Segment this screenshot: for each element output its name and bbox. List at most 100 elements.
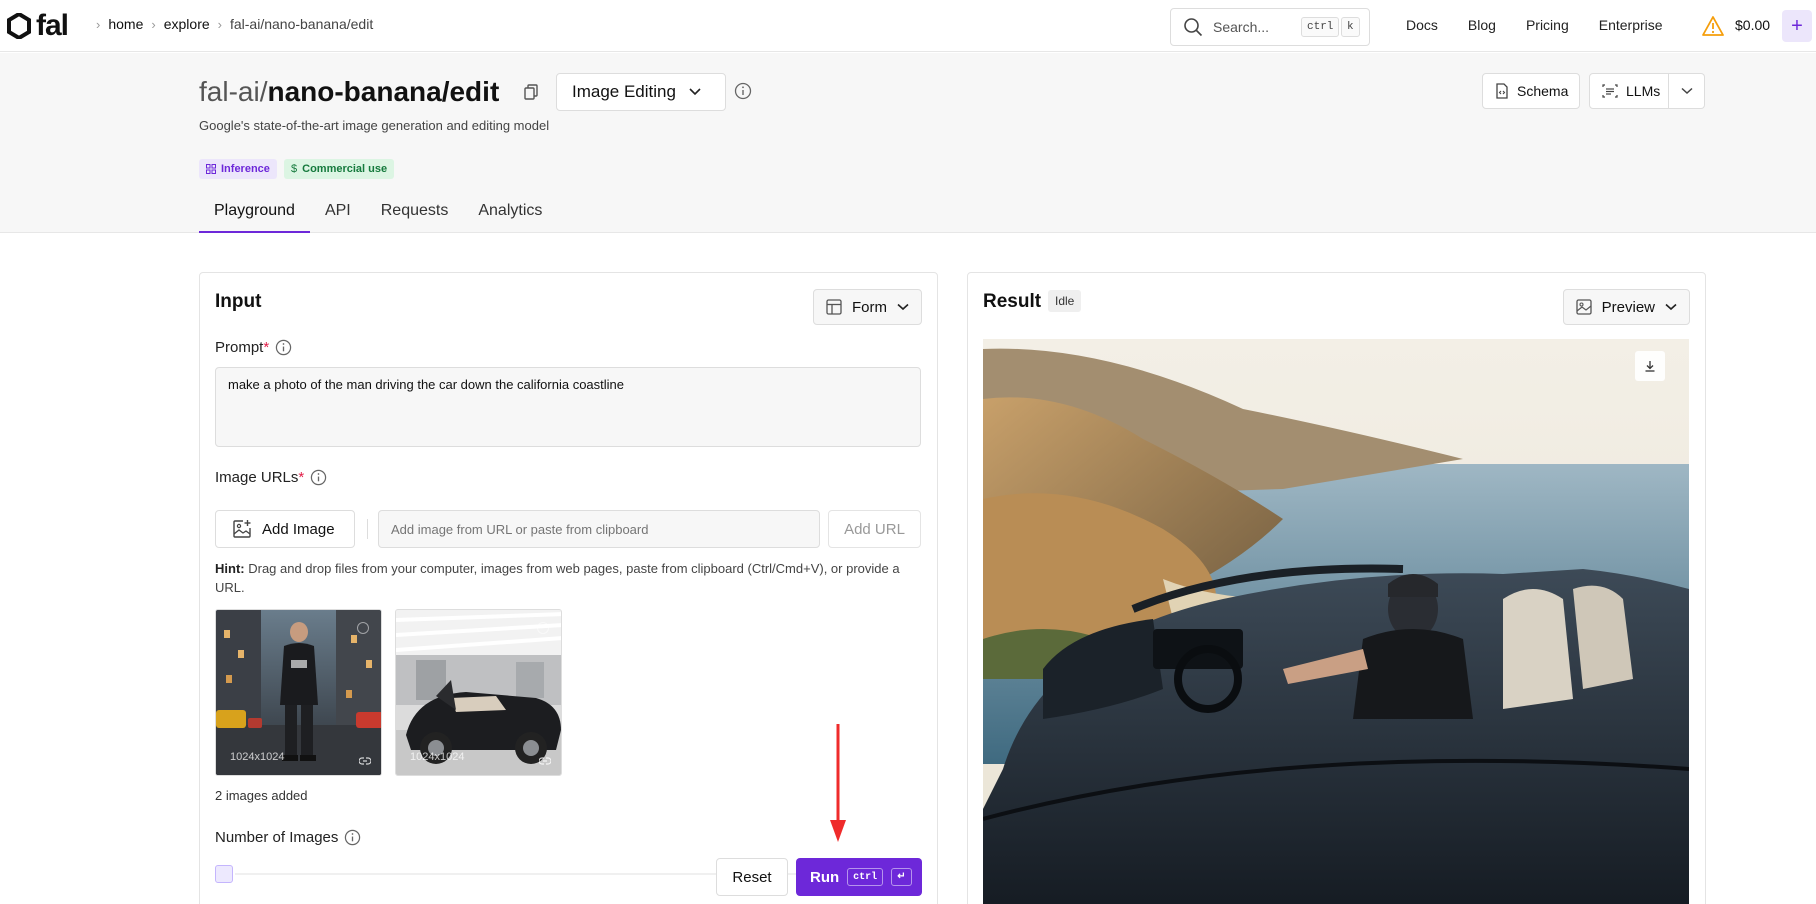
breadcrumb-home[interactable]: home [108,16,143,32]
model-tabs: Playground API Requests Analytics [199,202,557,233]
chevron-down-icon [1665,303,1677,311]
chevron-right-icon: › [151,16,156,32]
top-nav: fal › home › explore › fal-ai/nano-banan… [0,0,1816,52]
hint-bold: Hint: [215,561,245,576]
more-dropdown-button[interactable] [1669,73,1705,109]
fal-logo-icon [7,13,31,39]
tab-requests[interactable]: Requests [366,202,464,233]
image-urls-label: Image URLs* [215,469,327,486]
model-description: Google's state-of-the-art image generati… [199,118,550,133]
tab-analytics[interactable]: Analytics [463,202,557,233]
search-placeholder: Search... [1213,19,1270,35]
nav-link-blog[interactable]: Blog [1468,17,1496,33]
search-icon [1184,18,1203,37]
image-dimensions: 1024x1024 [230,751,285,763]
result-title: Result [983,291,1042,312]
nav-link-pricing[interactable]: Pricing [1526,17,1569,33]
search-shortcut-ctrl: ctrl [1301,17,1340,37]
title-prefix: fal-ai/ [199,76,268,107]
images-count: 2 images added [215,788,308,803]
grid-icon [206,164,216,174]
link-icon[interactable] [539,757,551,765]
inference-badge-label: Inference [221,163,270,175]
category-label: Image Editing [572,82,676,101]
commercial-use-badge: $ Commercial use [284,159,395,179]
divider [367,519,368,539]
add-credits-button[interactable]: + [1782,10,1812,42]
prompt-input[interactable]: make a photo of the man driving the car … [215,367,921,447]
add-image-label: Add Image [262,520,335,538]
image-dimensions: 1024x1024 [410,751,465,763]
search-shortcut-k: k [1341,17,1360,37]
chevron-right-icon: › [217,16,222,32]
search-box[interactable]: Search... ctrl k [1170,8,1370,46]
copy-icon[interactable] [524,84,538,100]
image-icon [1575,299,1592,315]
info-icon[interactable] [275,339,292,356]
fal-logo[interactable]: fal [6,9,69,42]
page-title: fal-ai/nano-banana/edit [199,76,499,108]
image-url-input[interactable] [378,510,820,548]
info-icon[interactable] [344,829,361,846]
required-mark: * [298,469,305,486]
llms-button[interactable]: LLMs [1589,73,1669,109]
result-panel: Result Idle Preview [967,272,1706,904]
schema-button[interactable]: Schema [1482,73,1580,109]
logo-text: fal [36,9,69,42]
result-image[interactable] [983,339,1689,904]
download-button[interactable] [1635,351,1665,381]
llms-label: LLMs [1626,83,1661,99]
select-circle-icon[interactable] [357,622,369,634]
file-code-icon [1496,83,1508,99]
tab-api[interactable]: API [310,202,366,233]
category-select[interactable]: Image Editing [556,73,726,111]
status-badge: Idle [1048,290,1082,312]
preview-view-select[interactable]: Preview [1562,289,1690,325]
plus-icon: + [1791,14,1803,37]
nav-links: Docs Blog Pricing Enterprise [1406,17,1693,33]
add-image-button[interactable]: Add Image [215,510,355,548]
schema-label: Schema [1517,83,1569,99]
run-shortcut-enter: ↵ [891,868,912,886]
image-urls-label-text: Image URLs [215,469,299,486]
upload-hint: Hint: Drag and drop files from your comp… [215,559,923,597]
breadcrumb-explore[interactable]: explore [164,16,210,32]
uploaded-image-1[interactable]: 1024x1024 [215,609,382,776]
dollar-icon: $ [291,163,298,175]
layout-icon [826,299,842,315]
inference-badge: Inference [199,159,277,179]
warning-icon[interactable] [1702,16,1724,36]
run-shortcut-ctrl: ctrl [847,868,884,886]
commercial-badge-label: Commercial use [302,163,388,175]
add-url-button[interactable]: Add URL [828,510,921,548]
breadcrumb-current[interactable]: fal-ai/nano-banana/edit [230,16,373,32]
chevron-right-icon: › [96,16,101,32]
link-icon[interactable] [359,757,371,765]
hint-text: Drag and drop files from your computer, … [215,561,900,595]
number-of-images-label: Number of Images [215,829,361,846]
title-main: nano-banana/edit [267,76,500,107]
form-view-label: Form [852,298,887,316]
select-circle-icon[interactable] [537,622,549,634]
slider-handle[interactable] [215,865,233,883]
uploaded-image-2[interactable]: 1024x1024 [395,609,562,776]
download-icon [1645,361,1655,372]
number-of-images-label-text: Number of Images [215,829,339,846]
reset-button[interactable]: Reset [716,858,788,896]
balance[interactable]: $0.00 [1735,17,1770,33]
nav-link-enterprise[interactable]: Enterprise [1599,17,1663,33]
preview-view-label: Preview [1601,298,1655,316]
nav-link-docs[interactable]: Docs [1406,17,1438,33]
tab-playground[interactable]: Playground [199,202,310,233]
breadcrumb: › home › explore › fal-ai/nano-banana/ed… [96,16,373,32]
chevron-down-icon [897,303,909,311]
chevron-down-icon [1680,87,1693,95]
run-label: Run [810,868,840,886]
run-button[interactable]: Run ctrl ↵ [796,858,922,896]
image-plus-icon [233,520,251,538]
text-lines-icon [1602,84,1618,98]
form-view-select[interactable]: Form [813,289,922,325]
input-title: Input [215,291,262,312]
info-icon[interactable] [734,82,752,100]
info-icon[interactable] [310,469,327,486]
